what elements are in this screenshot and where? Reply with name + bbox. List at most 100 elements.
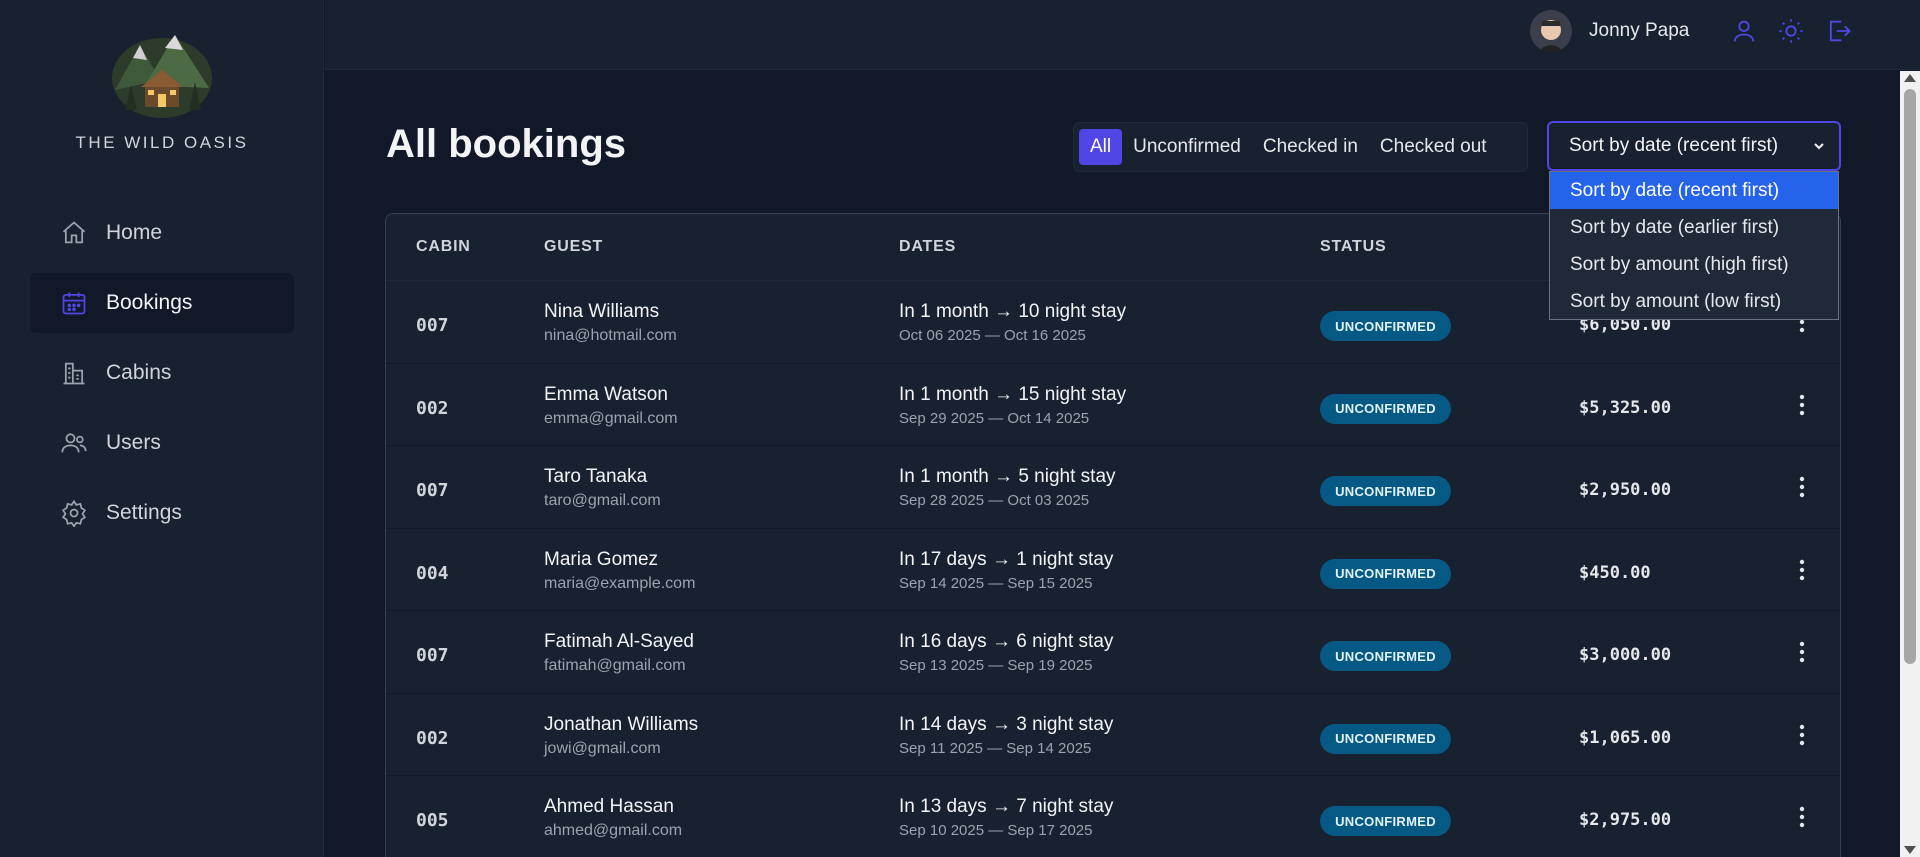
cabin-number: 005 bbox=[416, 810, 449, 831]
stay-summary: In 17 days → 1 night stay bbox=[899, 548, 1114, 570]
cabin-number: 007 bbox=[416, 480, 449, 501]
status-badge: UNCONFIRMED bbox=[1320, 723, 1451, 754]
status-badge: UNCONFIRMED bbox=[1320, 311, 1451, 341]
stay-summary: In 1 month → 15 night stay bbox=[899, 383, 1127, 405]
more-options-icon[interactable] bbox=[1790, 558, 1814, 586]
status-badge: UNCONFIRMED bbox=[1320, 641, 1451, 671]
date-range: Sep 29 2025 — Oct 14 2025 bbox=[899, 409, 1090, 427]
sort-option[interactable]: Sort by date (recent first) bbox=[1550, 172, 1838, 209]
sort-dropdown: Sort by date (recent first) Sort by date… bbox=[1549, 171, 1839, 320]
scroll-down-arrow-icon[interactable] bbox=[1904, 846, 1916, 854]
sidebar-item-label: Cabins bbox=[106, 361, 172, 384]
sidebar-item-bookings[interactable]: Bookings bbox=[30, 273, 294, 333]
scroll-thumb[interactable] bbox=[1904, 89, 1916, 664]
sidebar-item-home[interactable]: Home bbox=[30, 203, 294, 263]
guest-name: Fatimah Al-Sayed bbox=[544, 631, 694, 652]
guest-email: fatimah@gmail.com bbox=[544, 657, 686, 674]
date-range: Sep 11 2025 — Sep 14 2025 bbox=[899, 739, 1092, 757]
guest-name: Ahmed Hassan bbox=[544, 796, 674, 817]
more-options-icon[interactable] bbox=[1790, 640, 1814, 668]
guest-name: Nina Williams bbox=[544, 301, 660, 322]
table-row: 005 Ahmed Hassan ahmed@gmail.com In 13 days… bbox=[386, 776, 1840, 857]
chevron-down-icon bbox=[1809, 136, 1829, 156]
sidebar-item-cabins[interactable]: Cabins bbox=[30, 343, 294, 403]
guest-email: nina@hotmail.com bbox=[544, 327, 677, 344]
stay-summary: In 1 month → 10 night stay bbox=[899, 301, 1127, 322]
sidebar-item-label: Home bbox=[106, 221, 163, 244]
guest-email: taro@gmail.com bbox=[544, 492, 661, 509]
guest-email: jowi@gmail.com bbox=[544, 739, 661, 757]
logout-icon[interactable] bbox=[1825, 17, 1853, 45]
column-header-cabin: CABIN bbox=[416, 238, 471, 255]
sidebar-item-label: Bookings bbox=[106, 291, 193, 314]
sidebar-item-settings[interactable]: Settings bbox=[30, 483, 294, 543]
more-options-icon[interactable] bbox=[1790, 475, 1814, 503]
table-row: 002 Jonathan Williams jowi@gmail.com In 14 … bbox=[386, 694, 1840, 776]
guest-name: Maria Gomez bbox=[544, 548, 659, 570]
booking-filter: All Unconfirmed Checked in Checked out bbox=[1073, 122, 1528, 172]
filter-unconfirmed-button[interactable]: Unconfirmed bbox=[1122, 129, 1252, 165]
guest-email: maria@example.com bbox=[544, 574, 696, 592]
users-icon bbox=[60, 429, 88, 457]
settings-icon bbox=[60, 499, 88, 527]
cabin-number: 007 bbox=[416, 315, 449, 336]
column-header-status: STATUS bbox=[1320, 238, 1387, 255]
sort-option[interactable]: Sort by date (earlier first) bbox=[1550, 209, 1838, 246]
date-range: Sep 14 2025 — Sep 15 2025 bbox=[899, 574, 1093, 592]
column-header-dates: DATES bbox=[899, 238, 957, 255]
sort-select[interactable]: Sort by date (recent first) bbox=[1547, 121, 1841, 171]
sidebar: THE WILD OASIS Home Bookings Cabins User… bbox=[0, 0, 324, 857]
calendar-icon bbox=[60, 289, 88, 317]
user-icon[interactable] bbox=[1730, 17, 1758, 45]
guest-name: Taro Tanaka bbox=[544, 466, 648, 487]
avatar[interactable] bbox=[1530, 10, 1572, 52]
table-row: 002 Emma Watson emma@gmail.com In 1 month →… bbox=[386, 364, 1840, 446]
stay-summary: In 14 days → 3 night stay bbox=[899, 713, 1114, 735]
stay-summary: In 1 month → 5 night stay bbox=[899, 466, 1116, 487]
user-name: Jonny Papa bbox=[1589, 20, 1690, 41]
stay-summary: In 13 days → 7 night stay bbox=[899, 796, 1114, 817]
cabin-number: 007 bbox=[416, 645, 449, 666]
booking-amount: $450.00 bbox=[1579, 562, 1651, 583]
more-options-icon[interactable] bbox=[1790, 805, 1814, 833]
date-range: Sep 10 2025 — Sep 17 2025 bbox=[899, 822, 1093, 839]
cabin-number: 004 bbox=[416, 562, 449, 584]
sidebar-item-users[interactable]: Users bbox=[30, 413, 294, 473]
filter-checked-in-button[interactable]: Checked in bbox=[1252, 129, 1369, 165]
page-title: All bookings bbox=[386, 122, 626, 166]
booking-amount: $3,000.00 bbox=[1579, 645, 1672, 665]
home-icon bbox=[60, 219, 88, 247]
guest-email: emma@gmail.com bbox=[544, 409, 678, 427]
status-badge: UNCONFIRMED bbox=[1320, 558, 1451, 589]
sidebar-item-label: Users bbox=[106, 431, 161, 454]
column-header-guest: GUEST bbox=[544, 238, 604, 255]
scroll-up-arrow-icon[interactable] bbox=[1904, 74, 1916, 82]
date-range: Oct 06 2025 — Oct 16 2025 bbox=[899, 327, 1086, 344]
table-row: 007 Taro Tanaka taro@gmail.com In 1 month →… bbox=[386, 446, 1840, 529]
table-body: 007 Nina Williams nina@hotmail.com In 1 mon… bbox=[386, 281, 1840, 857]
guest-name: Jonathan Williams bbox=[544, 713, 699, 735]
logo bbox=[105, 30, 219, 120]
booking-amount: $1,065.00 bbox=[1579, 727, 1672, 748]
guest-email: ahmed@gmail.com bbox=[544, 822, 683, 839]
guest-name: Emma Watson bbox=[544, 383, 668, 405]
table-row: 004 Maria Gomez maria@example.com In 17 day… bbox=[386, 529, 1840, 611]
sort-selected-value: Sort by date (recent first) bbox=[1569, 135, 1779, 156]
brand-name: THE WILD OASIS bbox=[75, 133, 249, 152]
sun-icon[interactable] bbox=[1777, 17, 1805, 45]
sidebar-item-label: Settings bbox=[106, 501, 182, 524]
status-badge: UNCONFIRMED bbox=[1320, 476, 1451, 506]
main-nav: Home Bookings Cabins Users Settings bbox=[30, 203, 294, 553]
filter-checked-out-button[interactable]: Checked out bbox=[1369, 129, 1498, 165]
more-options-icon[interactable] bbox=[1790, 393, 1814, 421]
cabin-number: 002 bbox=[416, 397, 449, 419]
sort-option[interactable]: Sort by amount (high first) bbox=[1550, 246, 1838, 283]
stay-summary: In 16 days → 6 night stay bbox=[899, 631, 1114, 652]
more-options-icon[interactable] bbox=[1790, 723, 1814, 751]
booking-amount: $2,950.00 bbox=[1579, 480, 1672, 500]
date-range: Sep 13 2025 — Sep 19 2025 bbox=[899, 657, 1093, 674]
cabin-number: 002 bbox=[416, 727, 449, 749]
scrollbar[interactable] bbox=[1900, 71, 1920, 857]
filter-all-button[interactable]: All bbox=[1079, 129, 1123, 165]
sort-option[interactable]: Sort by amount (low first) bbox=[1550, 283, 1838, 320]
